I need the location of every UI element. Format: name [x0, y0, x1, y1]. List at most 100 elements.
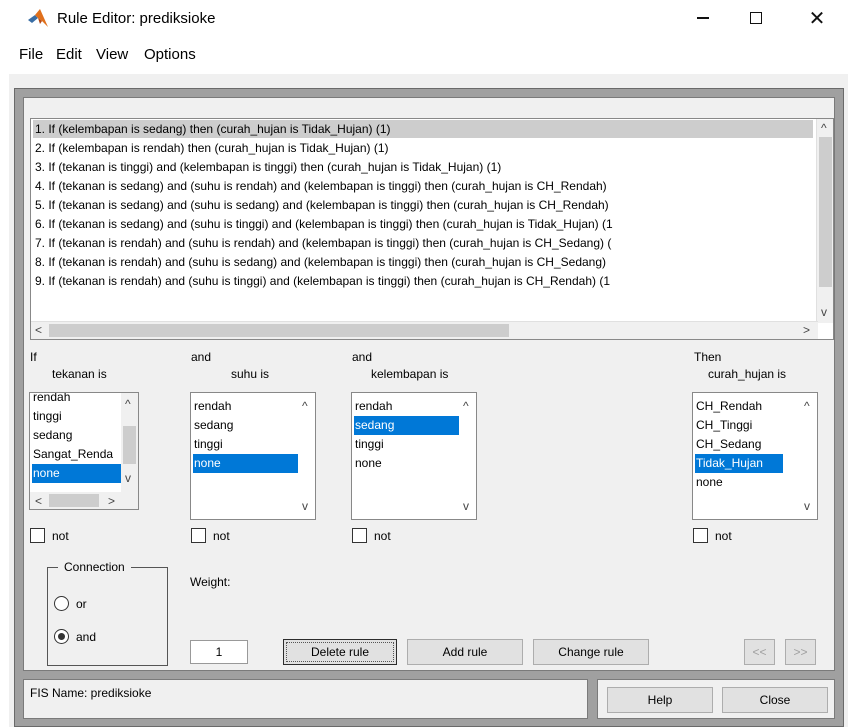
list-item-selected[interactable]: Tidak_Hujan	[695, 454, 783, 473]
scroll-up-icon[interactable]: ^	[463, 399, 469, 413]
menu-bar: File Edit View Options	[9, 36, 848, 74]
list-item[interactable]: CH_Sedang	[695, 435, 783, 454]
scroll-up-icon[interactable]: ^	[125, 397, 131, 411]
menu-options[interactable]: Options	[144, 46, 196, 63]
close-window-button[interactable]: ✕	[794, 0, 840, 36]
help-button[interactable]: Help	[607, 687, 713, 713]
weight-label: Weight:	[190, 575, 231, 589]
change-rule-button[interactable]: Change rule	[533, 639, 649, 665]
minimize-icon	[697, 17, 709, 19]
kelembapan-label: kelembapan is	[371, 367, 449, 381]
list-item[interactable]: rendah	[32, 393, 122, 407]
list-item[interactable]: none	[354, 454, 459, 473]
scroll-thumb[interactable]	[123, 426, 136, 464]
rule-item[interactable]: 3. If (tekanan is tinggi) and (kelembapa…	[33, 158, 813, 176]
scroll-up-icon[interactable]: ^	[821, 121, 827, 135]
not-label: not	[52, 529, 69, 543]
list-item[interactable]: tinggi	[193, 435, 298, 454]
rule-list[interactable]: 1. If (kelembapan is sedang) then (curah…	[30, 118, 834, 340]
then-label: Then	[694, 350, 722, 364]
bottom-button-group: Help Close	[597, 679, 835, 719]
curah-hujan-label: curah_hujan is	[708, 367, 787, 381]
scroll-thumb[interactable]	[49, 324, 509, 337]
rule-item[interactable]: 7. If (tekanan is rendah) and (suhu is r…	[33, 234, 813, 252]
list-item[interactable]: sedang	[193, 416, 298, 435]
and-label: and	[76, 630, 97, 644]
scroll-thumb[interactable]	[819, 137, 832, 287]
kelembapan-listbox[interactable]: rendah sedang tinggi none ^ v	[351, 392, 477, 520]
scroll-right-icon[interactable]: >	[803, 323, 810, 337]
and-radio[interactable]	[54, 629, 69, 644]
list-item-selected[interactable]: sedang	[354, 416, 459, 435]
connection-group: Connection or and	[47, 560, 168, 666]
add-rule-button[interactable]: Add rule	[407, 639, 523, 665]
menu-file[interactable]: File	[19, 46, 43, 63]
rule-item[interactable]: 1. If (kelembapan is sedang) then (curah…	[33, 120, 813, 138]
list-item[interactable]: rendah	[193, 397, 298, 416]
rule-item[interactable]: 5. If (tekanan is sedang) and (suhu is s…	[33, 196, 813, 214]
weight-input[interactable]: 1	[190, 640, 248, 664]
curah-hujan-not-checkbox[interactable]	[693, 528, 708, 543]
figure-area: 1. If (kelembapan is sedang) then (curah…	[14, 88, 844, 727]
or-radio[interactable]	[54, 596, 69, 611]
curah-hujan-scrollbar[interactable]: ^ v	[800, 393, 817, 519]
rule-list-vertical-scrollbar[interactable]: ^ v	[816, 119, 833, 323]
rule-editor-window: Rule Editor: prediksioke ✕ File Edit Vie…	[9, 0, 848, 727]
list-item[interactable]: CH_Rendah	[695, 397, 783, 416]
kelembapan-scrollbar[interactable]: ^ v	[459, 393, 476, 519]
suhu-scrollbar[interactable]: ^ v	[298, 393, 315, 519]
close-icon: ✕	[808, 7, 826, 30]
maximize-button[interactable]	[733, 0, 779, 36]
next-rule-button[interactable]: >>	[785, 639, 816, 665]
scroll-down-icon[interactable]: v	[125, 471, 131, 485]
status-bar: FIS Name: prediksioke	[23, 679, 588, 719]
scroll-up-icon[interactable]: ^	[804, 399, 810, 413]
suhu-label: suhu is	[231, 367, 270, 381]
not-label: not	[213, 529, 230, 543]
tekanan-scrollbar[interactable]: ^ v	[121, 393, 138, 492]
list-item[interactable]: tinggi	[354, 435, 459, 454]
rule-item[interactable]: 2. If (kelembapan is rendah) then (curah…	[33, 139, 813, 157]
minimize-button[interactable]	[680, 0, 726, 36]
scroll-down-icon[interactable]: v	[302, 499, 308, 513]
menu-view[interactable]: View	[96, 46, 128, 63]
rule-item[interactable]: 9. If (tekanan is rendah) and (suhu is t…	[33, 272, 813, 290]
list-item[interactable]: tinggi	[32, 407, 122, 426]
scroll-left-icon[interactable]: <	[35, 323, 42, 337]
scroll-down-icon[interactable]: v	[463, 499, 469, 513]
kelembapan-not-checkbox[interactable]	[352, 528, 367, 543]
list-item[interactable]: Sangat_Renda	[32, 445, 122, 464]
matlab-logo-icon	[28, 9, 48, 27]
window-title: Rule Editor: prediksioke	[57, 10, 216, 27]
tekanan-horizontal-scrollbar[interactable]: < >	[30, 492, 138, 509]
delete-rule-button[interactable]: Delete rule	[283, 639, 397, 665]
previous-rule-button[interactable]: <<	[744, 639, 775, 665]
title-bar: Rule Editor: prediksioke ✕	[9, 0, 848, 36]
list-item[interactable]: sedang	[32, 426, 122, 445]
scroll-down-icon[interactable]: v	[804, 499, 810, 513]
close-button[interactable]: Close	[722, 687, 828, 713]
scroll-up-icon[interactable]: ^	[302, 399, 308, 413]
scroll-left-icon[interactable]: <	[35, 494, 42, 508]
list-item-selected[interactable]: none	[193, 454, 298, 473]
suhu-not-checkbox[interactable]	[191, 528, 206, 543]
scroll-down-icon[interactable]: v	[821, 305, 827, 319]
not-label: not	[374, 529, 391, 543]
tekanan-listbox[interactable]: rendah tinggi sedang Sangat_Renda none ^…	[29, 392, 139, 510]
rule-item[interactable]: 4. If (tekanan is sedang) and (suhu is r…	[33, 177, 813, 195]
rule-list-horizontal-scrollbar[interactable]: < >	[31, 321, 818, 339]
suhu-listbox[interactable]: rendah sedang tinggi none ^ v	[190, 392, 316, 520]
curah-hujan-listbox[interactable]: CH_Rendah CH_Tinggi CH_Sedang Tidak_Huja…	[692, 392, 818, 520]
menu-edit[interactable]: Edit	[56, 46, 82, 63]
scroll-thumb[interactable]	[49, 494, 99, 507]
list-item-selected[interactable]: none	[32, 464, 122, 483]
tekanan-not-checkbox[interactable]	[30, 528, 45, 543]
rule-item[interactable]: 8. If (tekanan is rendah) and (suhu is s…	[33, 253, 813, 271]
scroll-right-icon[interactable]: >	[108, 494, 115, 508]
list-item[interactable]: CH_Tinggi	[695, 416, 783, 435]
list-item[interactable]: rendah	[354, 397, 459, 416]
maximize-icon	[750, 12, 762, 24]
list-item[interactable]: none	[695, 473, 783, 492]
rule-item[interactable]: 6. If (tekanan is sedang) and (suhu is t…	[33, 215, 813, 233]
if-label: If	[30, 350, 37, 364]
